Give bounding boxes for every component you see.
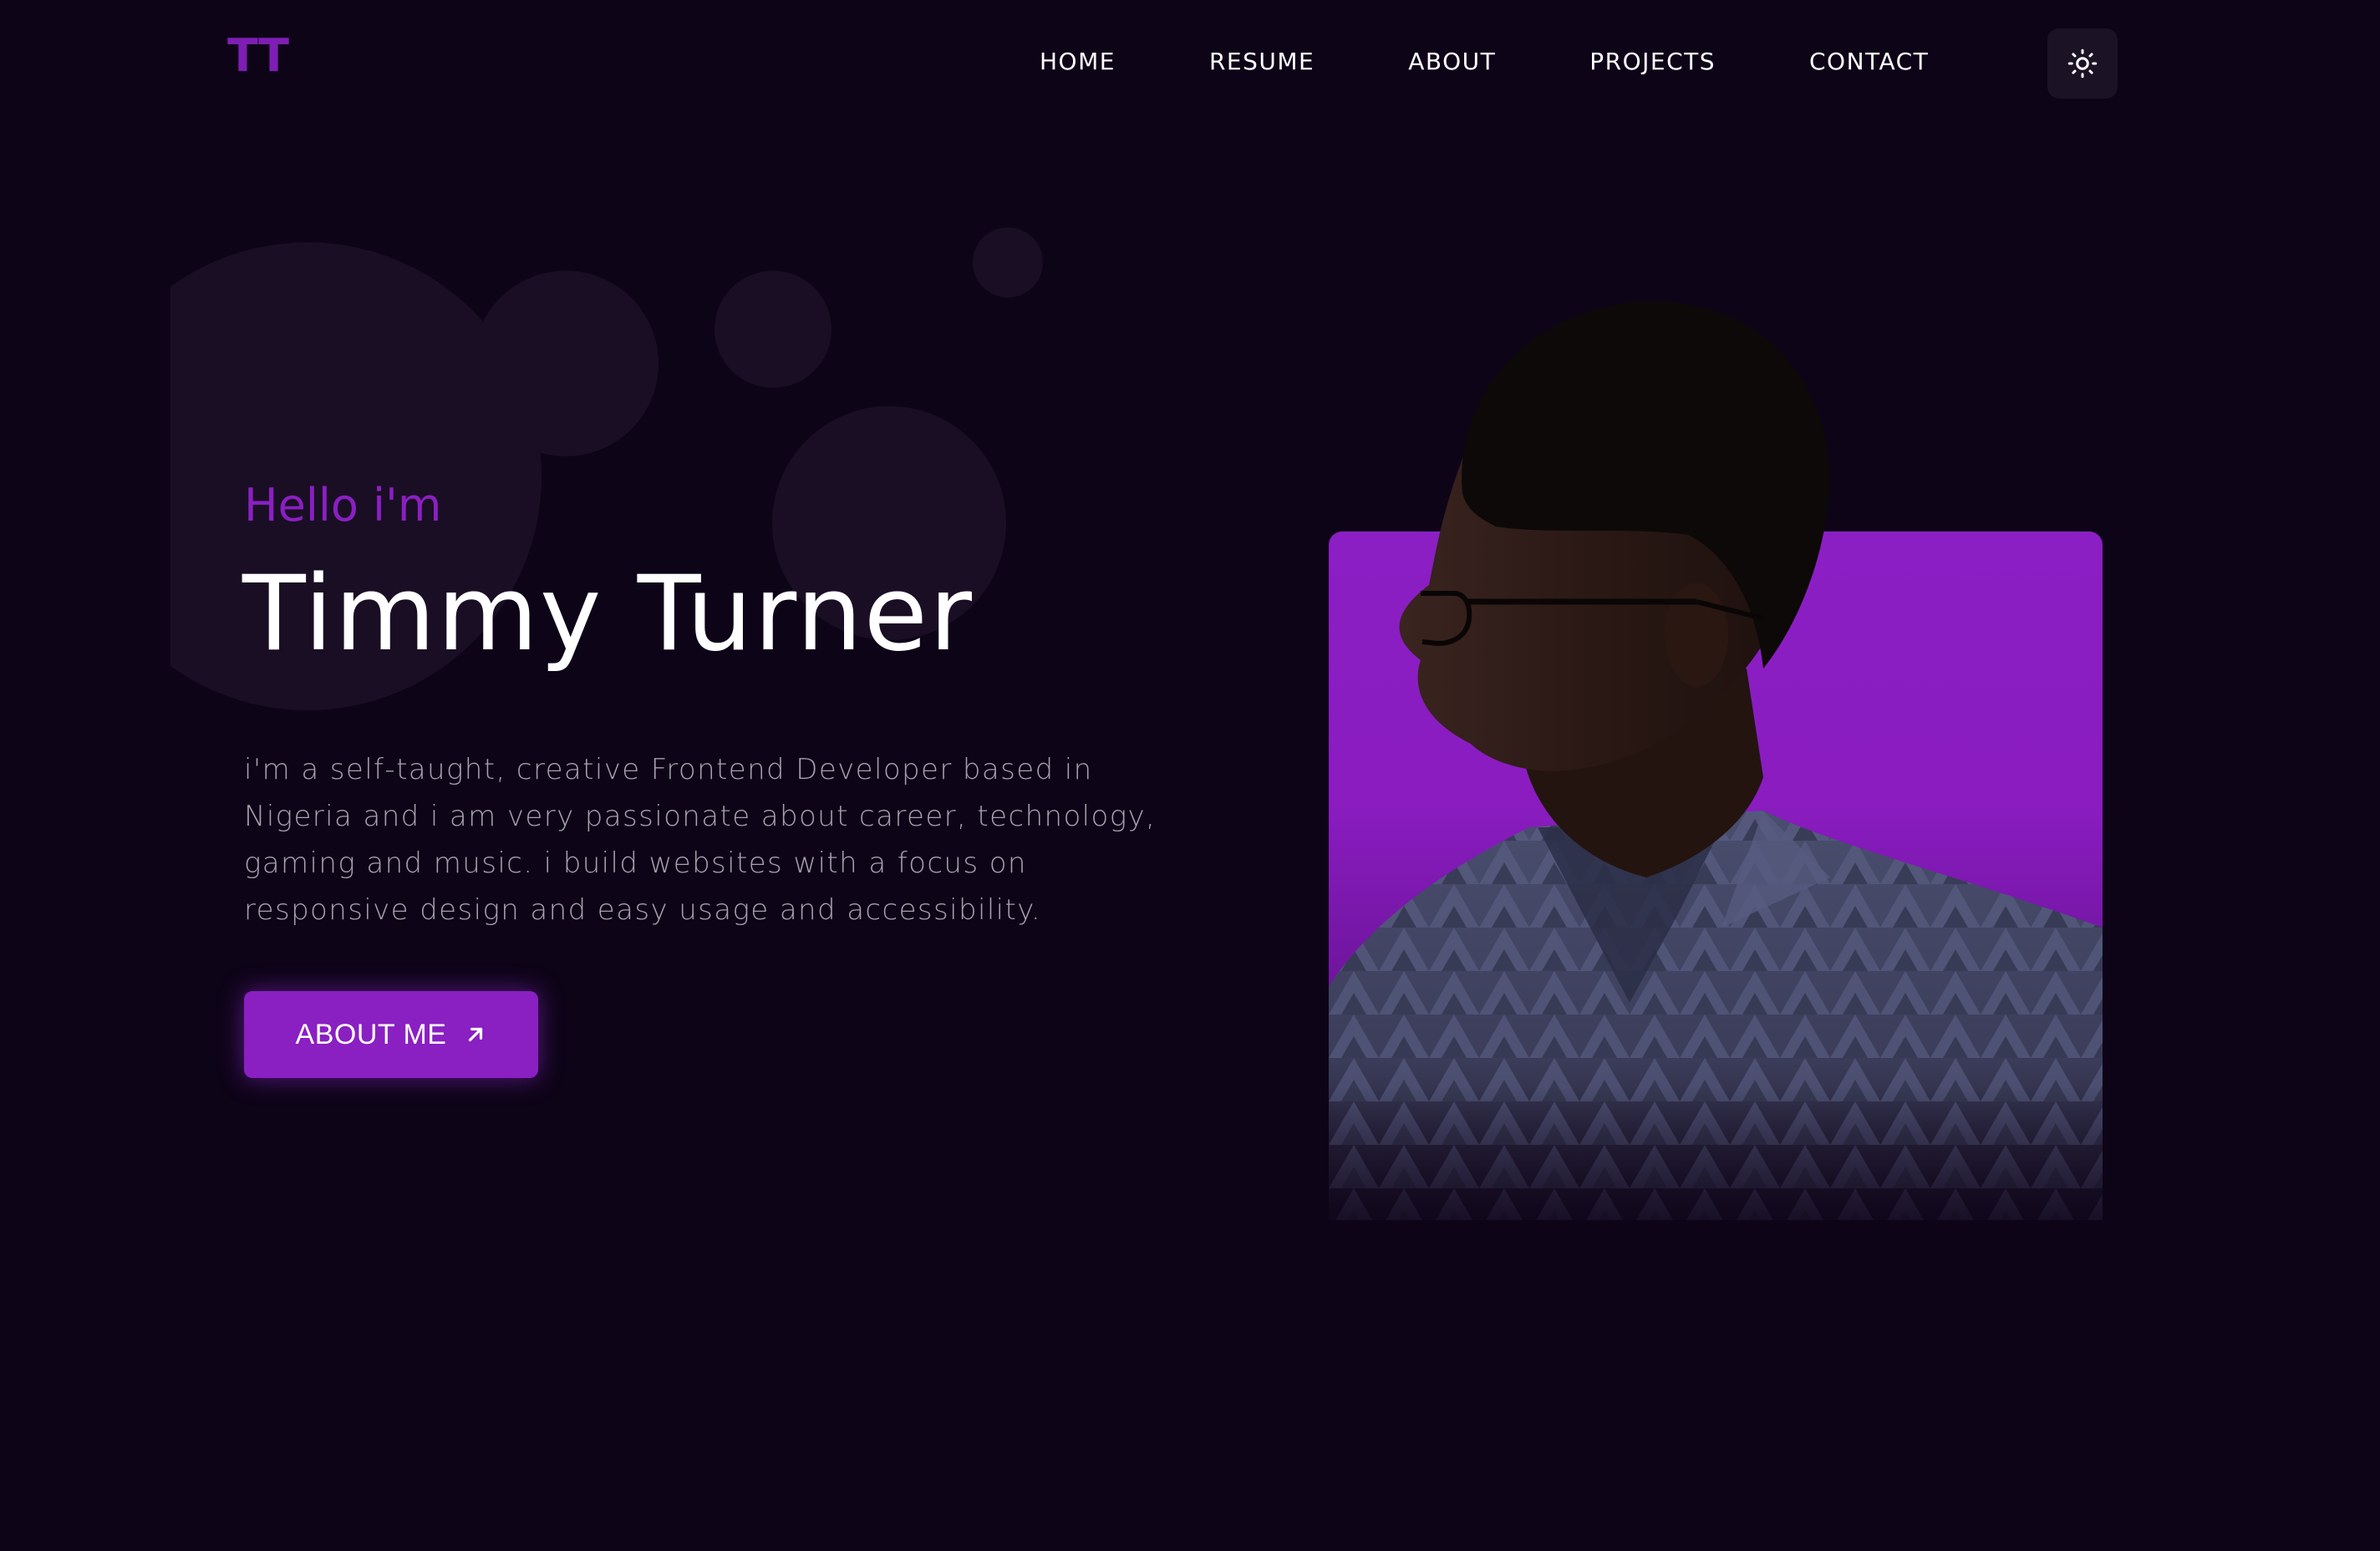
nav-item-resume[interactable]: RESUME (1162, 43, 1361, 80)
portrait-bottom-fade (1304, 1086, 2139, 1254)
bubble-medium (473, 271, 659, 456)
nav-item-projects[interactable]: PROJECTS (1543, 43, 1762, 80)
portrait-image (1329, 301, 2103, 1220)
about-me-button-label: ABOUT ME (295, 1018, 447, 1050)
bubble-small (715, 271, 831, 388)
hero-greeting: Hello i'm (244, 479, 442, 531)
sun-icon (2067, 48, 2098, 79)
nav-item-contact[interactable]: CONTACT (1762, 43, 1976, 80)
theme-toggle-button[interactable] (2047, 28, 2118, 99)
arrow-up-right-icon (469, 1027, 483, 1042)
decorative-bubbles (170, 0, 1173, 836)
nav-item-about[interactable]: ABOUT (1361, 43, 1543, 80)
about-me-button[interactable]: ABOUT ME (244, 991, 538, 1078)
bubble-tiny (973, 227, 1043, 297)
hero-bio: i'm a self-taught, creative Frontend Dev… (244, 753, 1157, 927)
hero-name: Timmy Turner (242, 554, 974, 674)
